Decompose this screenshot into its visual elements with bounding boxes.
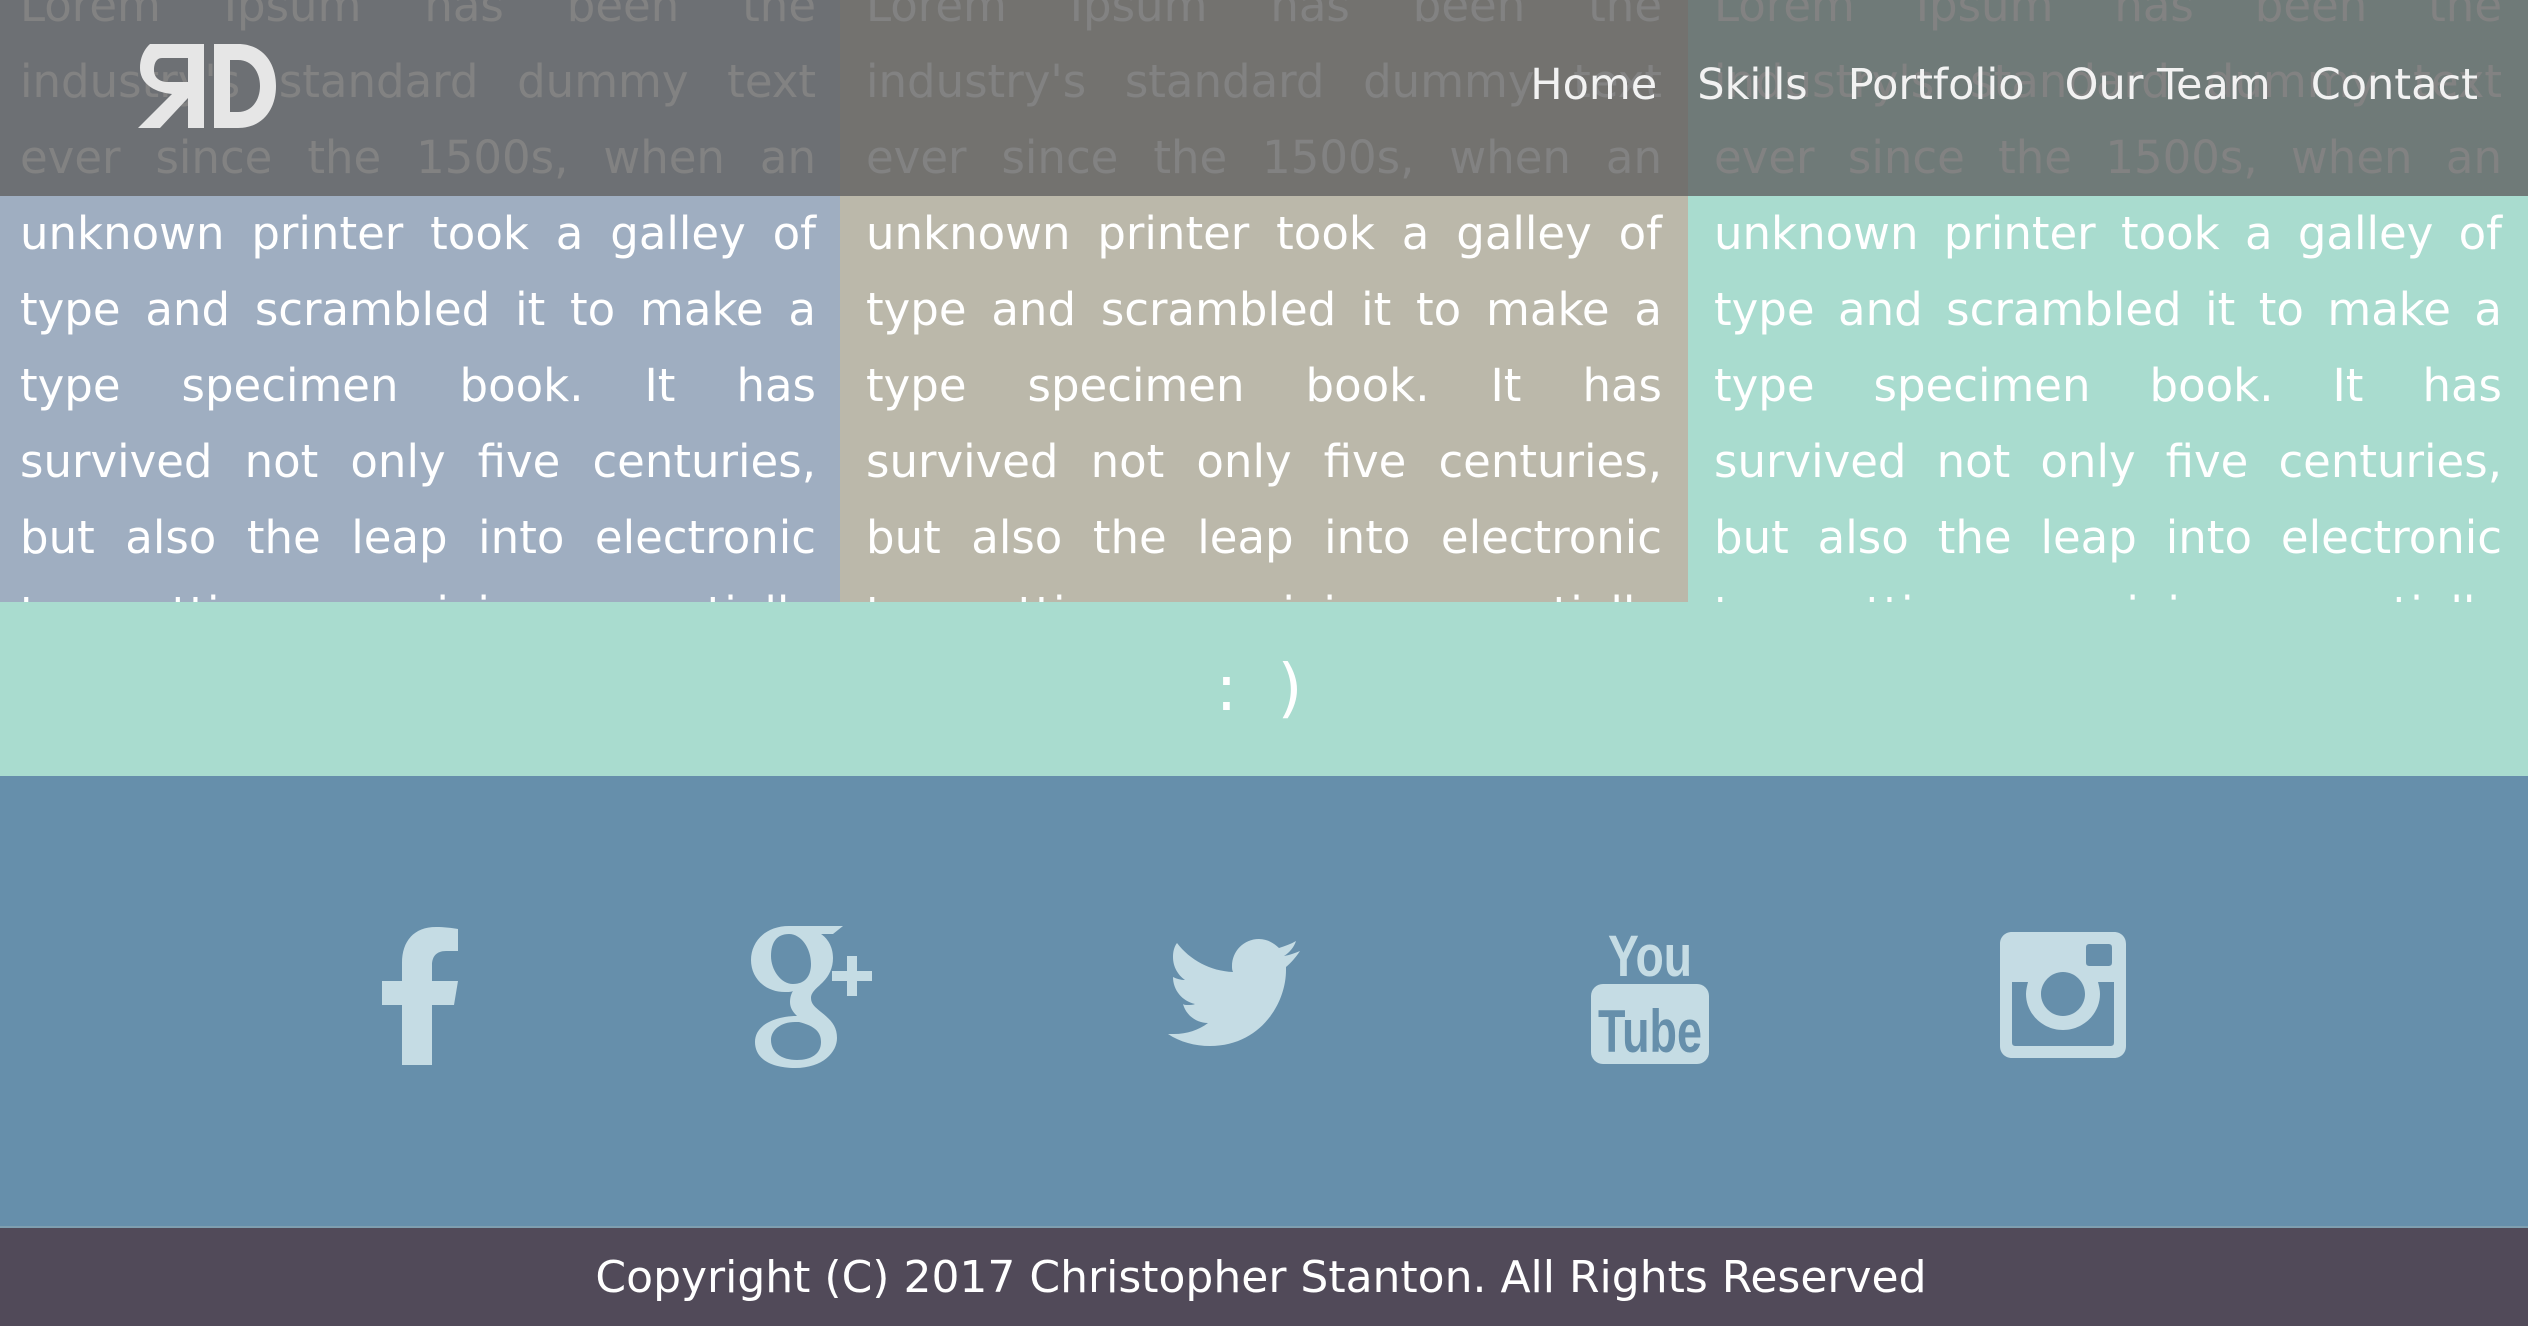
smiley-text: : ) — [1215, 652, 1313, 726]
nav-our-team[interactable]: Our Team — [2065, 60, 2271, 110]
nav-contact[interactable]: Contact — [2311, 60, 2478, 110]
copyright-text: Copyright (C) 2017 Christopher Stanton. … — [595, 1251, 1927, 1303]
social-band: You Tube — [0, 776, 2528, 1226]
youtube-icon[interactable]: You Tube — [1575, 920, 1725, 1070]
instagram-icon[interactable] — [1988, 920, 2138, 1070]
smiley-band: : ) — [0, 602, 2528, 776]
nav-portfolio[interactable]: Portfolio — [1848, 60, 2025, 110]
site-header: Home Skills Portfolio Our Team Contact — [0, 0, 2528, 196]
rd-logo-icon — [138, 44, 276, 128]
site-footer: Copyright (C) 2017 Christopher Stanton. … — [0, 1226, 2528, 1326]
facebook-icon[interactable] — [345, 920, 495, 1070]
google-plus-icon[interactable] — [738, 920, 888, 1070]
twitter-icon[interactable] — [1159, 920, 1309, 1070]
nav-skills[interactable]: Skills — [1697, 60, 1807, 110]
nav-home[interactable]: Home — [1530, 60, 1657, 110]
youtube-icon-text-bottom: Tube — [1598, 998, 1702, 1065]
logo[interactable] — [130, 38, 280, 134]
youtube-icon-text-top: You — [1608, 924, 1692, 989]
main-nav: Home Skills Portfolio Our Team Contact — [1530, 60, 2478, 110]
